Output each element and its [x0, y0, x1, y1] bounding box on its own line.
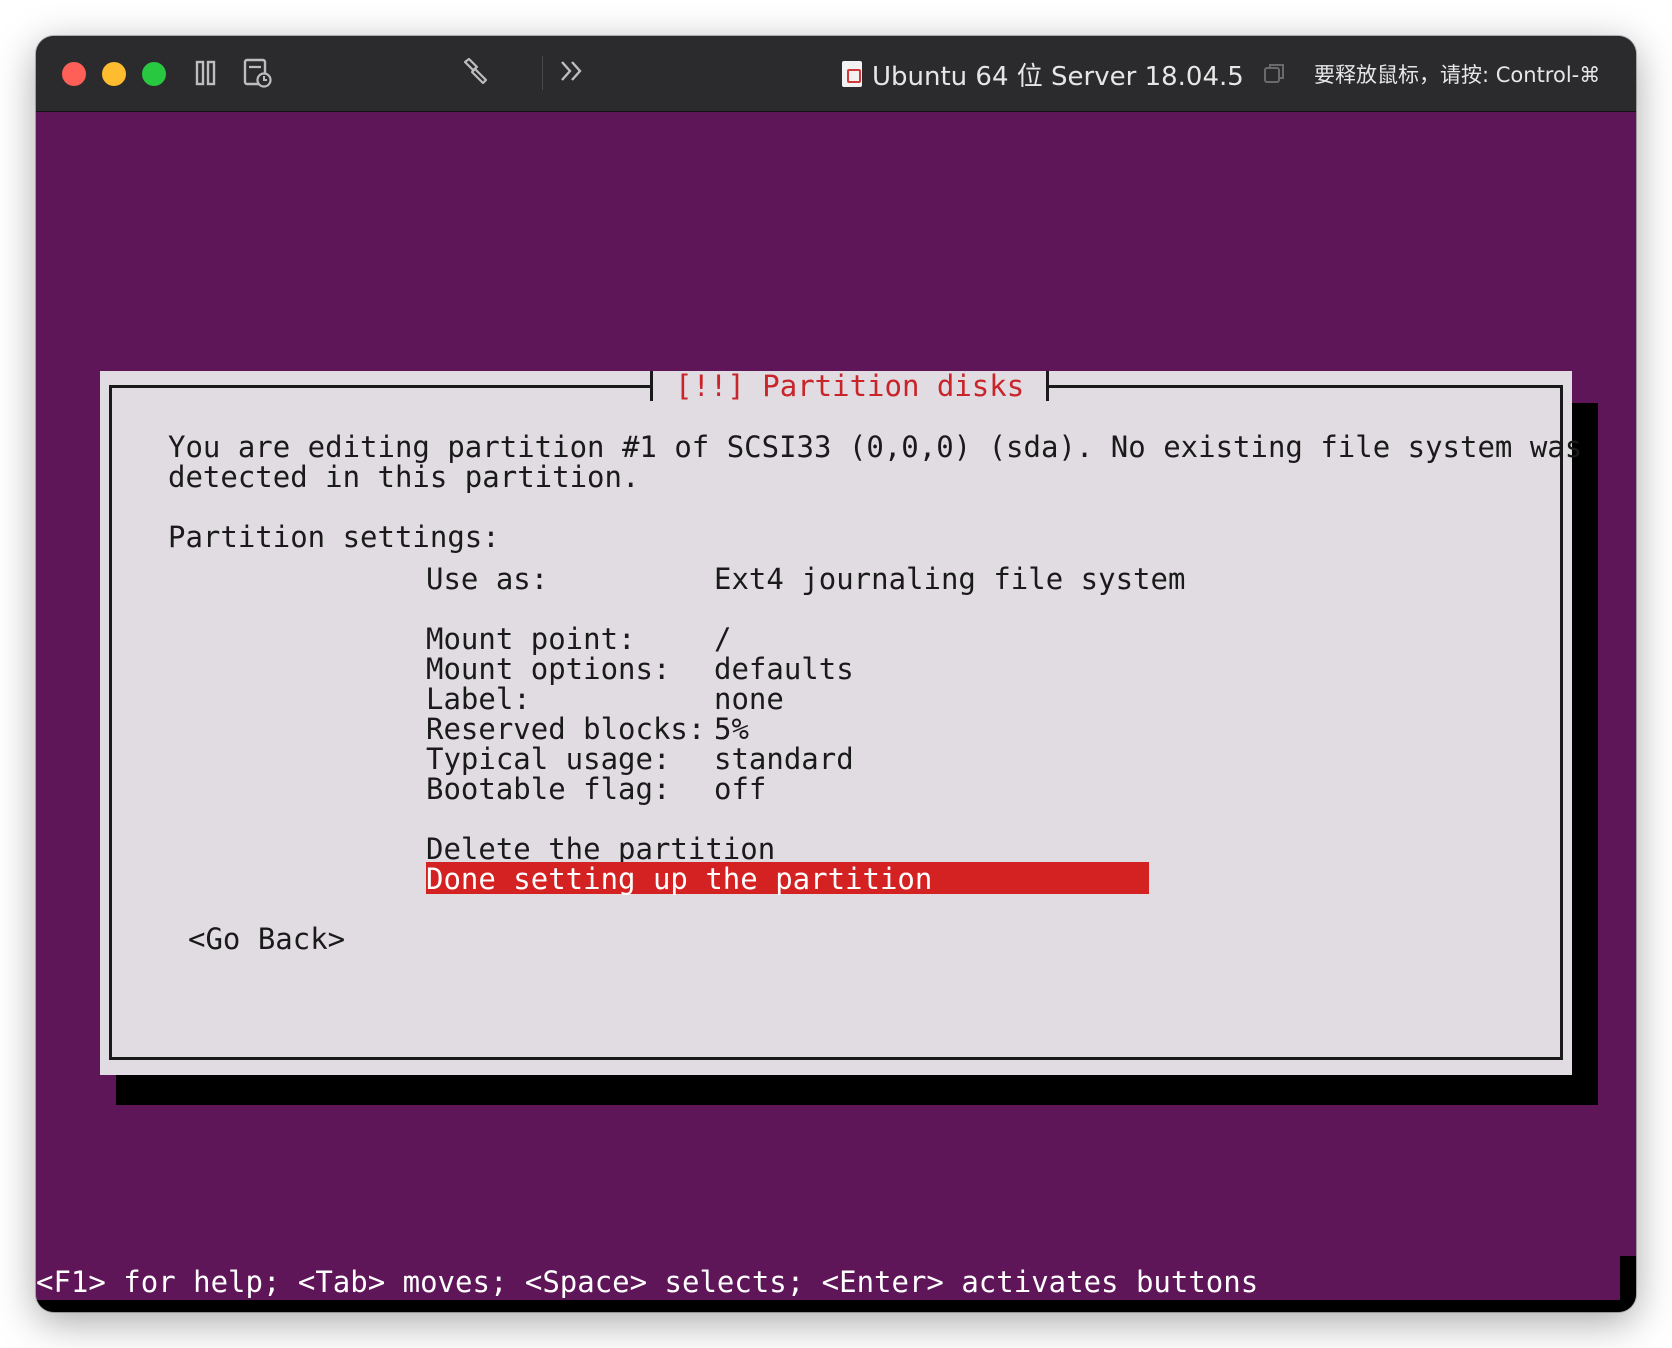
window-title-text: Ubuntu 64 位 Server 18.04.5	[872, 61, 1244, 92]
setting-label: Reserved blocks:	[426, 712, 706, 746]
setting-value: defaults	[714, 652, 854, 686]
document-icon	[842, 61, 862, 87]
setting-label: Bootable flag:	[426, 772, 671, 806]
pause-icon[interactable]	[192, 58, 220, 88]
setting-mount-point[interactable]: Mount point: /	[426, 623, 1426, 655]
go-back-button[interactable]: <Go Back>	[188, 923, 345, 955]
setting-label: Use as:	[426, 562, 549, 596]
footer-bar	[36, 1300, 1636, 1312]
done-partition-option[interactable]: Done setting up the partition	[426, 863, 932, 895]
settings-wrench-icon[interactable]	[460, 54, 492, 88]
settings-heading: Partition settings:	[168, 520, 500, 554]
setting-bootable-flag[interactable]: Bootable flag: off	[426, 773, 1426, 805]
toolbar-divider	[542, 56, 543, 90]
setting-reserved-blocks[interactable]: Reserved blocks: 5%	[426, 713, 1426, 745]
setting-typical-usage[interactable]: Typical usage: standard	[426, 743, 1426, 775]
setting-use-as[interactable]: Use as: Ext4 journaling file system	[426, 563, 1426, 595]
setting-value: none	[714, 682, 784, 716]
setting-value: /	[714, 622, 732, 656]
minimize-icon[interactable]	[102, 62, 126, 86]
setting-value: Ext4 journaling file system	[714, 562, 1186, 596]
settings-list: Use as: Ext4 journaling file system Moun…	[426, 563, 1426, 823]
setting-value: off	[714, 772, 767, 806]
intro-line-1: You are editing partition #1 of SCSI33 (…	[168, 430, 1583, 464]
close-icon[interactable]	[62, 62, 86, 86]
setting-value: 5%	[714, 712, 749, 746]
title-bar: Ubuntu 64 位 Server 18.04.5 要释放鼠标，请按: Con…	[36, 36, 1636, 112]
window-title: Ubuntu 64 位 Server 18.04.5	[842, 56, 1244, 92]
setting-label: Typical usage:	[426, 742, 671, 776]
overlay-window-icon[interactable]	[1260, 58, 1288, 88]
dialog-title: [!!] Partition disks	[650, 371, 1050, 401]
intro-line-2: detected in this partition.	[168, 460, 640, 494]
forward-chevron-icon[interactable]	[556, 56, 586, 86]
snapshot-icon[interactable]	[242, 56, 274, 90]
setting-label: Mount options:	[426, 652, 671, 686]
vm-window: Ubuntu 64 位 Server 18.04.5 要释放鼠标，请按: Con…	[36, 36, 1636, 1312]
setting-mount-options[interactable]: Mount options: defaults	[426, 653, 1426, 685]
delete-partition-option[interactable]: Delete the partition	[426, 833, 775, 865]
setting-label: Mount point:	[426, 622, 636, 656]
zoom-icon[interactable]	[142, 62, 166, 86]
setting-value: standard	[714, 742, 854, 776]
release-mouse-hint: 要释放鼠标，请按: Control-⌘	[1314, 63, 1601, 87]
setting-label-field[interactable]: Label: none	[426, 683, 1426, 715]
setting-label: Label:	[426, 682, 531, 716]
help-footer: <F1> for help; <Tab> moves; <Space> sele…	[36, 1265, 1259, 1299]
vm-screen[interactable]: [!!] Partition disks You are editing par…	[36, 113, 1636, 1312]
